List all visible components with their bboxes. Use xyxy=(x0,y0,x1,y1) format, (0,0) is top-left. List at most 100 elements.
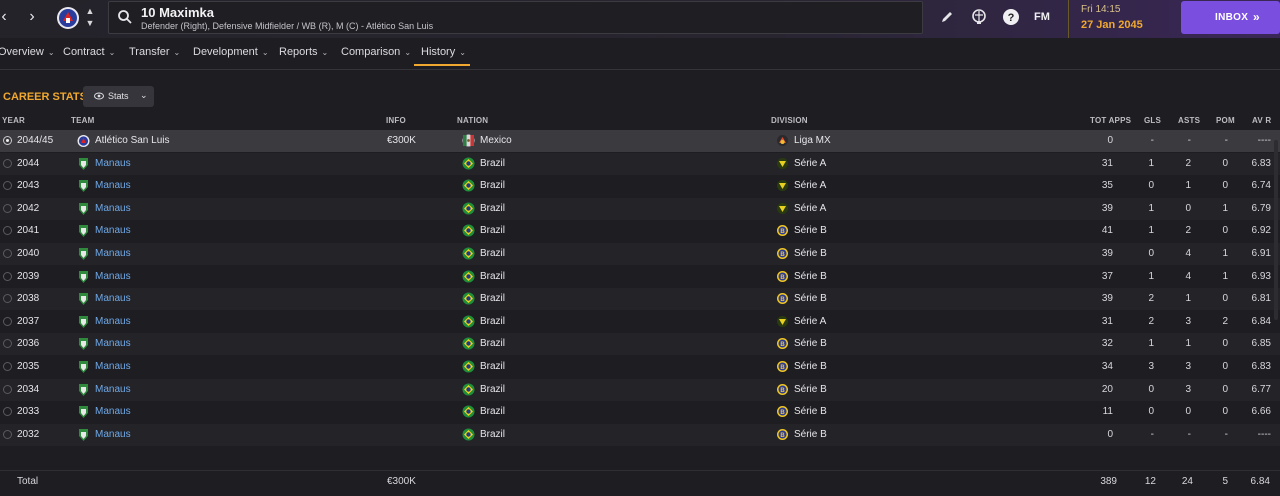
table-row[interactable]: 2034 Manaus Brazil B Série B 20 0 3 0 6.77 xyxy=(0,378,1280,401)
apps-cell: 34 xyxy=(1101,361,1113,372)
team-cell[interactable]: Manaus xyxy=(95,361,131,372)
table-row[interactable]: 2036 Manaus Brazil B Série B 32 1 1 0 6.85 xyxy=(0,333,1280,356)
table-row[interactable]: 2037 Manaus Brazil Série A 31 2 3 2 6.84 xyxy=(0,310,1280,333)
row-radio[interactable] xyxy=(3,136,12,145)
edit-pencil-icon[interactable] xyxy=(938,8,956,26)
col-nation[interactable]: NATION xyxy=(457,116,488,125)
gls-cell: 0 xyxy=(1148,180,1154,192)
row-radio[interactable] xyxy=(3,271,12,281)
table-row[interactable]: 2035 Manaus Brazil B Série B 34 3 3 0 6.83 xyxy=(0,356,1280,378)
asts-cell: 3 xyxy=(1185,315,1191,327)
tab-reports[interactable]: Reports ⌄ xyxy=(279,46,328,58)
table-row[interactable]: 2043 Manaus Brazil Série A 35 0 1 0 6.74 xyxy=(0,175,1280,198)
row-radio[interactable] xyxy=(3,294,12,304)
row-radio[interactable] xyxy=(3,226,12,236)
club-crest-icon[interactable] xyxy=(56,6,80,30)
team-cell[interactable]: Manaus xyxy=(95,203,131,214)
col-asts[interactable]: ASTS xyxy=(1178,116,1200,125)
row-radio[interactable] xyxy=(3,203,12,213)
tab-transfer[interactable]: Transfer ⌄ xyxy=(129,46,180,58)
serie-b-logo-icon: B xyxy=(777,361,788,372)
col-gls[interactable]: GLS xyxy=(1144,116,1161,125)
scrollbar[interactable] xyxy=(1274,140,1278,320)
table-row[interactable]: 2039 Manaus Brazil B Série B 37 1 4 1 6.93 xyxy=(0,265,1280,288)
table-row[interactable]: 2040 Manaus Brazil B Série B 39 0 4 1 6.91 xyxy=(0,243,1280,265)
team-cell[interactable]: Manaus xyxy=(95,180,131,191)
table-row[interactable]: 2042 Manaus Brazil Série A 39 1 0 1 6.79 xyxy=(0,197,1280,220)
serie-b-logo-icon: B xyxy=(777,338,788,350)
tab-history[interactable]: History ⌄ xyxy=(421,46,466,58)
division-cell: Série A xyxy=(794,202,827,214)
division-cell: Série B xyxy=(794,248,827,259)
tab-development[interactable]: Development ⌄ xyxy=(193,46,269,58)
brazil-flag-icon xyxy=(462,337,475,350)
stats-view-button[interactable]: Stats ⌄ xyxy=(83,86,154,107)
tab-contract[interactable]: Contract ⌄ xyxy=(63,46,115,58)
avr-cell: 6.83 xyxy=(1251,361,1271,372)
team-cell[interactable]: Manaus xyxy=(95,248,131,259)
team-cell[interactable]: Manaus xyxy=(95,429,131,440)
apps-cell: 39 xyxy=(1101,293,1113,305)
table-row[interactable]: 2033 Manaus Brazil B Série B 11 0 0 0 6.66 xyxy=(0,401,1280,424)
search-icon xyxy=(118,10,132,24)
team-cell[interactable]: Manaus xyxy=(95,316,131,327)
club-switch-icon[interactable]: ▲ ▼ xyxy=(84,5,96,31)
eye-icon xyxy=(94,92,104,100)
col-team[interactable]: TEAM xyxy=(71,116,94,125)
table-row[interactable]: 2044/45 Atlético San Luis €300K Mexico Liga … xyxy=(0,130,1280,152)
col-apps[interactable]: TOT APPS xyxy=(1090,116,1131,125)
apps-cell: 0 xyxy=(1107,428,1113,440)
team-cell[interactable]: Manaus xyxy=(95,293,131,304)
team-cell[interactable]: Manaus xyxy=(95,158,131,169)
game-date[interactable]: Fri 14:15 27 Jan 2045 xyxy=(1068,0,1168,38)
avr-cell: 6.92 xyxy=(1251,225,1271,237)
team-cell[interactable]: Manaus xyxy=(95,225,131,236)
col-avr[interactable]: AV R xyxy=(1252,116,1271,125)
year-cell: 2035 xyxy=(17,361,40,372)
gls-cell: 1 xyxy=(1148,157,1154,169)
brain-icon[interactable] xyxy=(970,8,988,26)
nation-cell: Brazil xyxy=(480,248,506,259)
row-radio[interactable] xyxy=(3,407,12,417)
row-radio[interactable] xyxy=(3,316,12,326)
team-cell[interactable]: Manaus xyxy=(95,384,131,395)
team-cell[interactable]: Manaus xyxy=(95,406,131,417)
tab-overview[interactable]: Overview ⌄ xyxy=(0,46,55,58)
apps-cell: 31 xyxy=(1101,315,1113,327)
row-radio[interactable] xyxy=(3,339,12,349)
player-search-box[interactable]: 10 Maximka Defender (Right), Defensive M… xyxy=(108,1,923,34)
forward-arrow-icon[interactable]: › xyxy=(24,6,40,28)
row-radio[interactable] xyxy=(3,384,12,394)
row-radio[interactable] xyxy=(3,158,12,168)
table-row[interactable]: 2038 Manaus Brazil B Série B 39 2 1 0 6.81 xyxy=(0,288,1280,311)
col-pom[interactable]: POM xyxy=(1216,116,1235,125)
inbox-button[interactable]: INBOX » xyxy=(1181,1,1280,34)
avr-cell: 6.93 xyxy=(1251,270,1271,282)
back-arrow-icon[interactable]: ‹ xyxy=(0,6,12,28)
team-cell[interactable]: Manaus xyxy=(95,271,131,282)
row-radio[interactable] xyxy=(3,362,12,371)
table-row[interactable]: 2044 Manaus Brazil Série A 31 1 2 0 6.83 xyxy=(0,152,1280,175)
nation-cell: Brazil xyxy=(480,428,506,440)
col-info[interactable]: INFO xyxy=(386,116,406,125)
total-row: Total €300K 389 12 24 5 6.84 xyxy=(0,470,1280,492)
row-radio[interactable] xyxy=(3,181,12,191)
nation-cell: Brazil xyxy=(480,293,506,305)
row-radio[interactable] xyxy=(3,249,12,258)
nation-cell: Brazil xyxy=(480,338,506,350)
tab-comparison[interactable]: Comparison ⌄ xyxy=(341,46,411,58)
gls-cell: 3 xyxy=(1148,361,1154,372)
col-year[interactable]: YEAR xyxy=(2,116,25,125)
row-radio[interactable] xyxy=(3,429,12,439)
help-icon[interactable]: ? xyxy=(1002,8,1020,26)
fm-logo[interactable]: FM xyxy=(1034,11,1050,23)
col-division[interactable]: DIVISION xyxy=(771,116,808,125)
player-name: 10 Maximka xyxy=(141,5,214,20)
year-cell: 2032 xyxy=(17,428,40,440)
nation-cell: Brazil xyxy=(480,383,506,395)
team-cell[interactable]: Atlético San Luis xyxy=(95,135,170,146)
division-cell: Série B xyxy=(794,293,827,305)
table-row[interactable]: 2041 Manaus Brazil B Série B 41 1 2 0 6.92 xyxy=(0,220,1280,243)
team-cell[interactable]: Manaus xyxy=(95,338,131,349)
table-row[interactable]: 2032 Manaus Brazil B Série B 0- - - ---- xyxy=(0,423,1280,446)
